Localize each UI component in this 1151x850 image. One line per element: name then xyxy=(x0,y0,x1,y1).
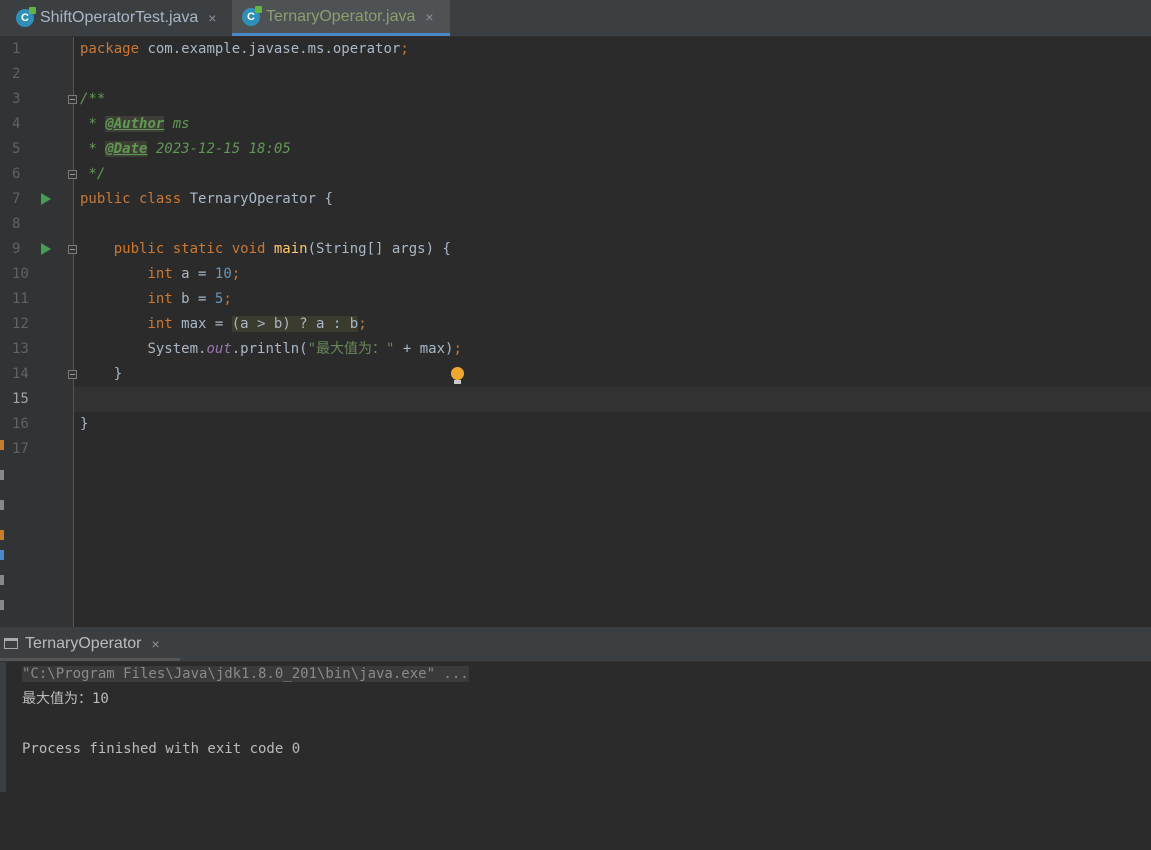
fold-icon[interactable] xyxy=(68,370,77,379)
tab-shift-operator-test[interactable]: C ShiftOperatorTest.java × xyxy=(0,0,230,36)
fold-icon[interactable] xyxy=(68,95,77,104)
package-name: com.example.javase.ms.operator xyxy=(139,41,401,57)
editor-tab-bar: C ShiftOperatorTest.java × C TernaryOper… xyxy=(0,0,1151,37)
class-decl: TernaryOperator { xyxy=(181,191,333,207)
code-line-1[interactable]: package com.example.javase.ms.operator; xyxy=(80,37,409,62)
line-number: 6 xyxy=(12,166,21,182)
code-line-7[interactable]: public class TernaryOperator { xyxy=(80,187,333,212)
static-field: out xyxy=(206,341,232,357)
line-number: 7 xyxy=(12,191,21,207)
keyword: int xyxy=(147,266,173,282)
close-icon[interactable]: × xyxy=(208,10,216,26)
code-editor[interactable]: 1 2 3 4 5 6 7 8 9 10 11 12 13 14 15 16 1… xyxy=(0,37,1151,627)
assign: b = xyxy=(172,291,215,307)
console-toolbar-strip xyxy=(0,662,6,792)
doc-star: * xyxy=(80,116,106,132)
keyword: package xyxy=(80,41,140,57)
fold-icon[interactable] xyxy=(68,245,77,254)
current-line-highlight xyxy=(74,387,1151,412)
editor-gutter[interactable]: 1 2 3 4 5 6 7 8 9 10 11 12 13 14 15 16 1… xyxy=(0,37,77,627)
command-text[interactable]: "C:\Program Files\Java\jdk1.8.0_201\bin\… xyxy=(22,666,469,682)
keyword: public static void xyxy=(113,241,266,257)
method-name: main xyxy=(273,241,308,257)
run-console[interactable]: "C:\Program Files\Java\jdk1.8.0_201\bin\… xyxy=(0,662,1151,850)
semicolon: ; xyxy=(400,41,409,57)
doc-tag-author: @Author xyxy=(105,116,165,132)
code-line-3[interactable]: /** xyxy=(80,87,105,112)
semicolon: ; xyxy=(223,291,232,307)
code-line-4[interactable]: * @Author ms xyxy=(80,112,190,137)
doc-value: ms xyxy=(164,116,190,132)
code-line-13[interactable]: System.out.println("最大值为：" + max); xyxy=(80,337,462,362)
keyword: int xyxy=(147,291,173,307)
run-tab-label: TernaryOperator xyxy=(25,634,142,652)
line-number: 13 xyxy=(12,341,29,357)
close-icon[interactable]: × xyxy=(152,636,160,652)
line-number: 17 xyxy=(12,441,29,457)
fold-icon[interactable] xyxy=(68,170,77,179)
assign: max = xyxy=(172,316,232,332)
line-number-current: 15 xyxy=(12,391,29,407)
java-class-icon: C xyxy=(16,7,36,27)
semicolon: ; xyxy=(231,266,241,282)
line-number: 12 xyxy=(12,316,29,332)
code-line-6[interactable]: */ xyxy=(80,162,105,187)
run-tab[interactable]: TernaryOperator × xyxy=(0,629,180,661)
keyword: int xyxy=(147,316,173,332)
keyword: public class xyxy=(80,191,182,207)
println-call: .println( xyxy=(231,341,308,357)
doc-tag-date: @Date xyxy=(105,141,148,157)
code-line-5[interactable]: * @Date 2023-12-15 18:05 xyxy=(80,137,291,162)
java-class-icon: C xyxy=(242,5,262,26)
code-line-11[interactable]: int b = 5; xyxy=(80,287,232,312)
ternary-expression-highlight: (a > b) ? a : b xyxy=(231,316,359,332)
intention-lightbulb-icon[interactable] xyxy=(451,367,464,384)
tab-ternary-operator[interactable]: C TernaryOperator.java × xyxy=(232,0,450,36)
line-number: 16 xyxy=(12,416,29,432)
line-number: 3 xyxy=(12,91,21,107)
number-literal: 10 xyxy=(214,266,232,282)
line-number: 2 xyxy=(12,66,21,82)
concat: + max) xyxy=(394,341,454,357)
system-ref: System. xyxy=(147,341,207,357)
console-icon xyxy=(4,638,18,649)
code-line-12[interactable]: int max = (a > b) ? a : b; xyxy=(80,312,367,337)
line-number: 5 xyxy=(12,141,21,157)
line-number: 4 xyxy=(12,116,21,132)
line-number: 1 xyxy=(12,41,21,57)
string-literal: "最大值为：" xyxy=(307,341,395,357)
doc-star: * xyxy=(80,141,106,157)
run-class-icon[interactable] xyxy=(41,193,51,205)
tab-label: ShiftOperatorTest.java xyxy=(40,9,199,26)
code-line-14[interactable]: } xyxy=(80,362,122,387)
left-tool-strip xyxy=(0,440,5,620)
line-number: 9 xyxy=(12,241,21,257)
doc-value: 2023-12-15 18:05 xyxy=(147,141,291,157)
assign: a = xyxy=(172,266,215,282)
close-icon[interactable]: × xyxy=(425,9,433,25)
console-output-line: 最大值为：10 xyxy=(22,691,109,707)
console-command-line[interactable]: "C:\Program Files\Java\jdk1.8.0_201\bin\… xyxy=(22,662,469,687)
line-number: 8 xyxy=(12,216,21,232)
code-line-9[interactable]: public static void main(String[] args) { xyxy=(80,237,451,262)
line-number: 14 xyxy=(12,366,29,382)
method-params: (String[] args) { xyxy=(307,241,451,257)
semicolon: ; xyxy=(358,316,367,332)
console-exit-line: Process finished with exit code 0 xyxy=(22,741,301,757)
line-number: 11 xyxy=(12,291,29,307)
run-main-icon[interactable] xyxy=(41,243,51,255)
code-line-16[interactable]: } xyxy=(80,412,88,437)
tab-label: TernaryOperator.java xyxy=(266,7,416,25)
code-line-10[interactable]: int a = 10; xyxy=(80,262,240,287)
line-number: 10 xyxy=(12,266,29,282)
semicolon: ; xyxy=(453,341,462,357)
run-panel-header: TernaryOperator × xyxy=(0,629,1151,662)
